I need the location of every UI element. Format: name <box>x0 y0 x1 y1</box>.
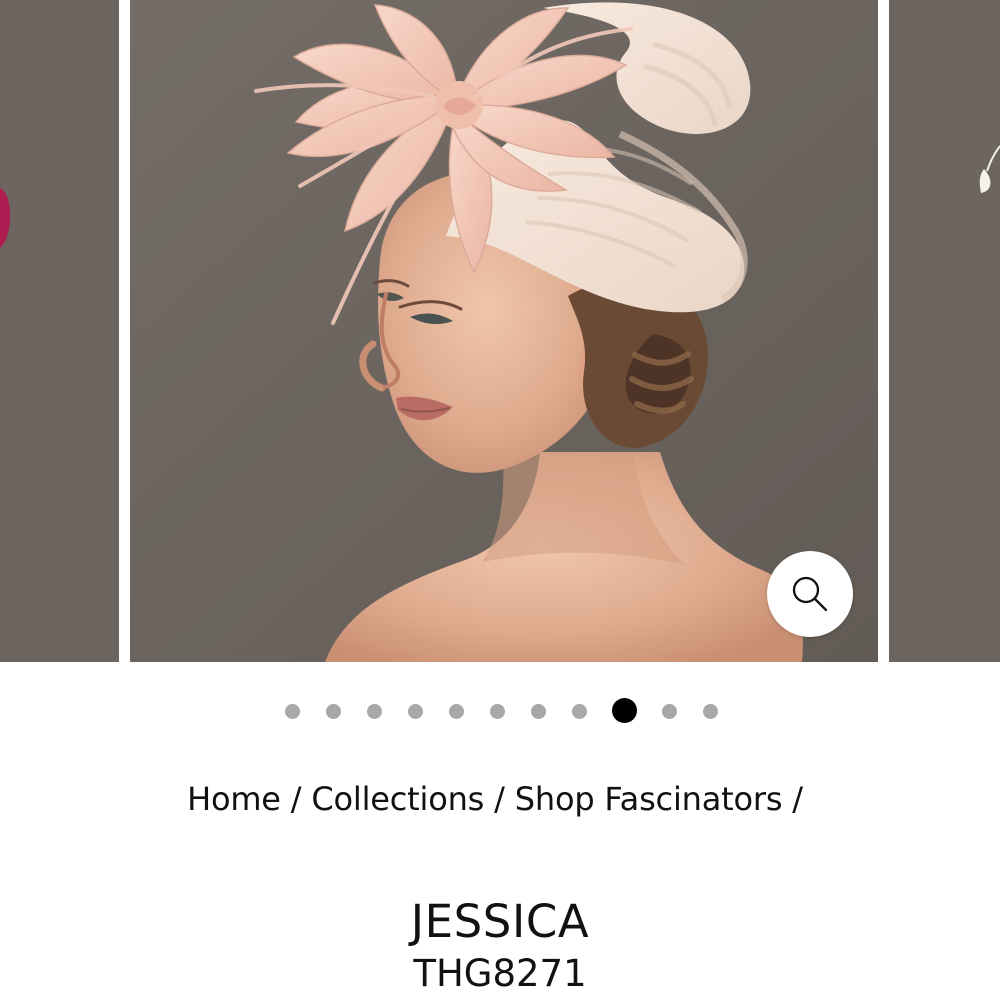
product-page: Home / Collections / Shop Fascinators / JESSI… <box>0 0 1000 1000</box>
gallery-dot[interactable] <box>284 704 300 719</box>
gallery-dot[interactable] <box>702 704 718 719</box>
previous-product-image[interactable] <box>0 0 119 662</box>
gallery-pagination-dots <box>0 697 1000 725</box>
previous-model-photo <box>0 0 119 662</box>
model-wearing-fascinator-photo <box>130 0 878 662</box>
next-model-photo <box>889 0 1000 662</box>
product-image-gallery[interactable] <box>0 0 1000 662</box>
breadcrumb-separator: / <box>494 780 505 818</box>
gallery-dot[interactable] <box>661 704 677 719</box>
search-icon <box>792 576 828 612</box>
gallery-dot[interactable] <box>325 704 341 719</box>
main-product-image[interactable] <box>130 0 878 662</box>
breadcrumb-home[interactable]: Home <box>187 778 281 820</box>
breadcrumb-collections[interactable]: Collections <box>311 778 484 820</box>
breadcrumb-separator: / <box>792 780 803 818</box>
breadcrumb-separator: / <box>290 780 302 818</box>
gallery-dot[interactable] <box>407 704 423 719</box>
product-sku: THG8271 <box>413 952 587 995</box>
breadcrumb-shop-fascinators[interactable]: Shop Fascinators <box>515 778 783 820</box>
gallery-dot[interactable] <box>366 704 382 719</box>
gallery-dot[interactable] <box>571 704 587 719</box>
gallery-dot[interactable] <box>489 704 505 719</box>
breadcrumb: Home / Collections / Shop Fascinators / <box>0 778 1000 820</box>
gallery-dot[interactable] <box>448 704 464 719</box>
gallery-dot-active[interactable] <box>611 698 637 723</box>
product-title: JESSICA <box>410 895 590 949</box>
zoom-button[interactable] <box>767 551 853 637</box>
next-product-image[interactable] <box>889 0 1000 662</box>
gallery-dot[interactable] <box>530 704 546 719</box>
